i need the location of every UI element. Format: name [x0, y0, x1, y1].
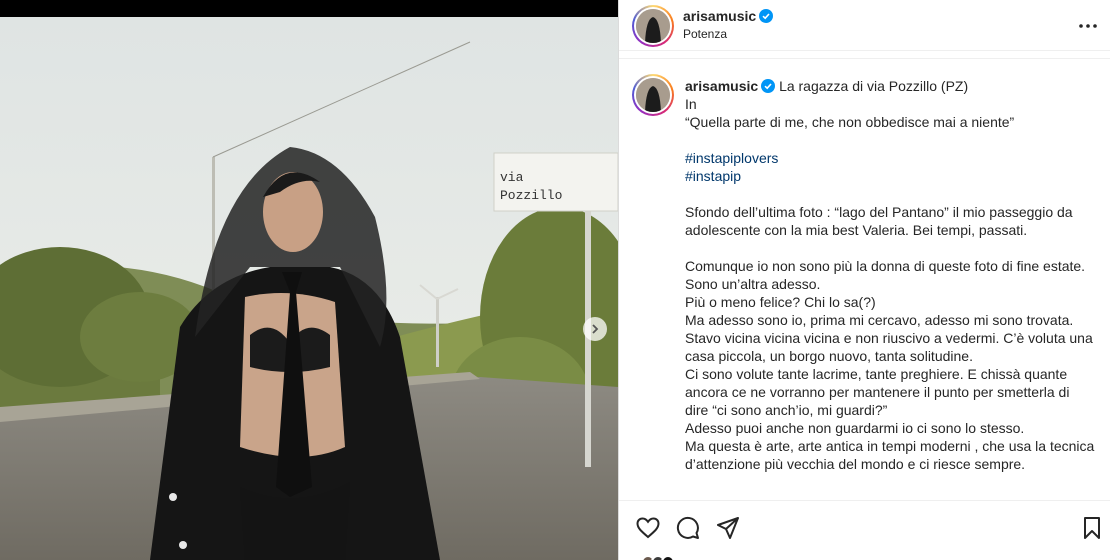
username[interactable]: arisamusic	[683, 8, 756, 24]
more-options-button[interactable]	[1076, 14, 1100, 38]
caption-section: arisamusic La ragazza di via Pozzillo (P…	[619, 58, 1110, 498]
share-icon	[717, 517, 739, 539]
avatar[interactable]	[632, 5, 674, 47]
caption-username[interactable]: arisamusic	[685, 78, 758, 94]
liker-avatars[interactable]	[641, 555, 681, 560]
carousel-next-button[interactable]	[583, 317, 607, 341]
post-photo[interactable]: via Pozzillo	[0, 17, 618, 560]
bookmark-icon	[1084, 517, 1100, 539]
caption-body-2: Sfondo dell’ultima foto : “lago del Pant…	[685, 204, 1095, 472]
verified-badge-icon	[761, 79, 776, 93]
location-link[interactable]: Potenza	[683, 27, 727, 41]
heart-icon	[636, 517, 660, 539]
post-header: arisamusic Potenza	[619, 0, 1110, 51]
post-media: via Pozzillo	[0, 0, 618, 560]
caption-avatar[interactable]	[632, 74, 674, 116]
sign-text-line2: Pozzillo	[500, 188, 562, 203]
hashtag-link[interactable]: #instapip	[685, 168, 741, 184]
verified-badge-icon	[759, 9, 774, 23]
share-button[interactable]	[715, 515, 741, 541]
action-bar	[619, 500, 1110, 560]
comment-button[interactable]	[675, 515, 701, 541]
more-options-icon	[1079, 24, 1097, 28]
chevron-right-icon	[592, 324, 599, 334]
save-button[interactable]	[1079, 515, 1105, 541]
caption-intro: La ragazza di via Pozzillo (PZ)	[779, 78, 969, 94]
hashtag-link[interactable]: #instapiplovers	[685, 150, 778, 166]
like-button[interactable]	[635, 515, 661, 541]
post-side-panel: arisamusic Potenza arisamusic La ragazza…	[618, 0, 1110, 560]
sign-text-line1: via	[500, 170, 524, 185]
photo-illustration: via Pozzillo	[0, 17, 618, 560]
comment-icon	[676, 516, 699, 539]
caption-body-1: In “Quella parte di me, che non obbedisc…	[685, 96, 1015, 130]
caption-text: arisamusic La ragazza di via Pozzillo (P…	[685, 77, 1095, 473]
